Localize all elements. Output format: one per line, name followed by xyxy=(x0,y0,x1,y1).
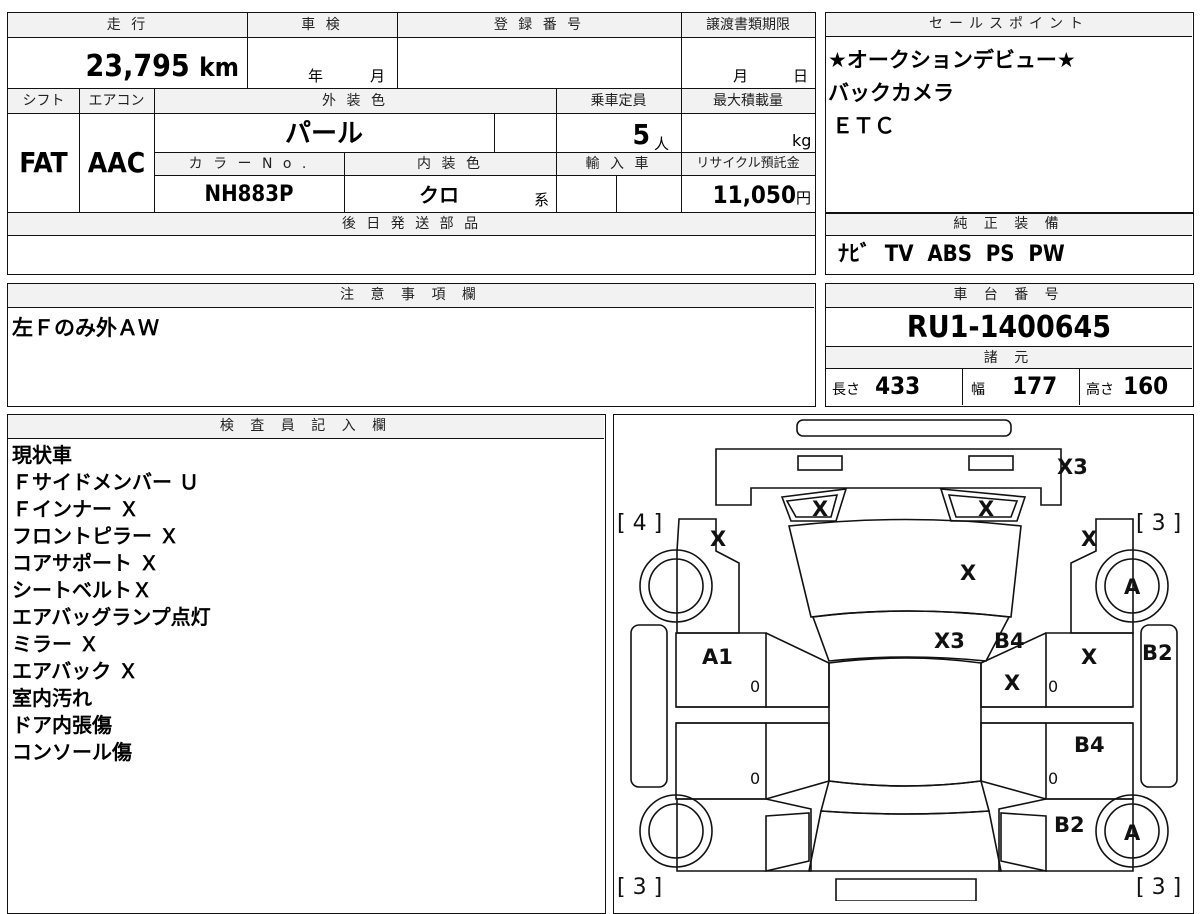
inspector-note-item: 室内汚れ xyxy=(12,686,92,710)
sales-point-item: ＥＴＣ xyxy=(832,114,895,138)
sales-points-list: ★オークションデビュー★ バックカメラ ＥＴＣ xyxy=(828,47,1076,140)
inspector-note-item: ドア内張傷 xyxy=(12,713,112,737)
mark-fender-front-left: X xyxy=(710,527,727,551)
later-parts-header: 後 日 発 送 部 品 xyxy=(8,213,815,235)
car-outline-diagram xyxy=(630,419,1178,901)
mark-fender-front-right: X xyxy=(1081,527,1098,551)
recycle-fee-value: 11,050円 xyxy=(712,181,811,209)
mark-pillar-right: B4 xyxy=(994,629,1025,653)
chassis-header: 車 台 番 号 xyxy=(826,284,1192,308)
inspection-year-label: 年 xyxy=(308,67,324,85)
mark-tire-front-right: A xyxy=(1124,575,1141,599)
damage-diagram-box: [ 4 ] [ 3 ] [ 3 ] [ 3 ] X3 X X X X X X3 … xyxy=(613,414,1194,914)
shift-value: FAT xyxy=(19,146,68,179)
door-zero-indicator: 0 xyxy=(1048,677,1059,696)
transfer-header: 譲渡書類期限 xyxy=(681,13,815,37)
mark-side-right-front: B2 xyxy=(1142,641,1173,665)
transfer-month-label: 月 xyxy=(733,67,749,85)
tire-tread-front-right: [ 3 ] xyxy=(1136,511,1182,536)
mark-door-rear-right: B4 xyxy=(1074,733,1105,757)
chassis-number: RU1-1400645 xyxy=(906,310,1112,345)
notes-box: 注 意 事 項 欄 左Ｆのみ外ＡＷ xyxy=(7,283,816,407)
door-zero-indicator: 0 xyxy=(1048,769,1059,788)
inspector-notes-list: 現状車 Ｆサイドメンバー Ｕ Ｆインナー Ｘ フロントピラー Ｘ コアサポート … xyxy=(12,442,211,766)
tire-tread-rear-left: [ 3 ] xyxy=(617,875,663,900)
spec-height: 高さ 160 xyxy=(1086,372,1169,400)
mark-headlight-right: X xyxy=(978,497,995,521)
inspector-note-item: コンソール傷 xyxy=(12,740,132,764)
shift-header: シフト xyxy=(8,89,79,113)
sales-point-item: バックカメラ xyxy=(828,81,954,105)
genuine-equipment-value: ﾅﾋﾞ TV ABS PS PW xyxy=(838,242,1065,267)
aircon-header: エアコン xyxy=(79,89,154,113)
capacity-value: 5 xyxy=(632,118,650,151)
genuine-equipment-header: 純 正 装 備 xyxy=(826,214,1192,236)
notes-text: 左Ｆのみ外ＡＷ xyxy=(12,316,159,340)
mark-door-front-right: X xyxy=(1081,645,1098,669)
exterior-color-header: 外 装 色 xyxy=(154,89,556,113)
transfer-day-label: 日 xyxy=(793,67,809,85)
interior-color-header: 内 装 色 xyxy=(344,153,556,175)
color-no-header: カ ラ ー N o . xyxy=(154,153,344,175)
inspector-note-item: シートベルトＸ xyxy=(12,578,152,602)
inspector-notes-box: 検 査 員 記 入 欄 現状車 Ｆサイドメンバー Ｕ Ｆインナー Ｘ フロントピ… xyxy=(7,414,606,914)
mark-front-bumper: X3 xyxy=(1057,455,1088,479)
mark-windshield: X3 xyxy=(934,629,965,653)
mileage-header: 走 行 xyxy=(8,13,247,37)
genuine-equipment-box: 純 正 装 備 ﾅﾋﾞ TV ABS PS PW xyxy=(825,213,1194,275)
mileage-value: 23,795 km xyxy=(85,49,239,84)
chassis-box: 車 台 番 号 RU1-1400645 諸 元 長さ 433 幅 177 高さ … xyxy=(825,283,1194,407)
max-load-header: 最大積載量 xyxy=(681,89,815,113)
sales-points-box: セールスポイント ★オークションデビュー★ バックカメラ ＥＴＣ xyxy=(825,12,1194,213)
imported-header: 輸 入 車 xyxy=(556,153,681,175)
tire-tread-front-left: [ 4 ] xyxy=(617,511,663,536)
color-no-value: NH883P xyxy=(204,182,294,207)
sales-point-item: ★オークションデビュー★ xyxy=(828,48,1076,72)
mark-tire-rear-right: A xyxy=(1124,821,1141,845)
mark-hood: X xyxy=(960,561,977,585)
registration-header: 登 録 番 号 xyxy=(397,13,681,37)
inspector-note-item: 現状車 xyxy=(12,443,72,467)
inspection-month-label: 月 xyxy=(370,67,386,85)
inspector-note-item: エアバック Ｘ xyxy=(12,659,139,683)
aircon-value: AAC xyxy=(87,146,146,179)
tire-tread-rear-right: [ 3 ] xyxy=(1136,875,1182,900)
inspector-note-item: フロントピラー Ｘ xyxy=(12,524,179,548)
recycle-header: リサイクル預託金 xyxy=(681,153,815,175)
spec-width: 幅 177 xyxy=(971,372,1058,400)
max-load-unit: kg xyxy=(792,131,812,150)
inspection-header: 車 検 xyxy=(247,13,397,37)
inspector-note-item: Ｆインナー Ｘ xyxy=(12,497,139,521)
door-zero-indicator: 0 xyxy=(750,677,761,696)
door-zero-indicator: 0 xyxy=(750,769,761,788)
mark-headlight-left: X xyxy=(812,497,829,521)
inspector-notes-header: 検 査 員 記 入 欄 xyxy=(8,415,604,439)
interior-color-value: クロ xyxy=(419,183,459,207)
sales-points-header: セールスポイント xyxy=(826,13,1192,37)
exterior-color-value: パール xyxy=(284,119,363,149)
specs-header: 諸 元 xyxy=(826,347,1192,369)
inspector-note-item: ミラー Ｘ xyxy=(12,632,99,656)
mark-door-front-left: A1 xyxy=(702,645,733,669)
mark-door-front-right-inner: X xyxy=(1004,671,1021,695)
vehicle-info-box: 走 行 車 検 登 録 番 号 譲渡書類期限 23,795 km 年 月 月 日… xyxy=(7,12,816,275)
inspector-note-item: エアバッグランプ点灯 xyxy=(12,605,211,629)
inspector-note-item: コアサポート Ｘ xyxy=(12,551,159,575)
spec-length: 長さ 433 xyxy=(832,372,921,400)
capacity-unit: 人 xyxy=(654,135,670,153)
capacity-header: 乗車定員 xyxy=(556,89,681,113)
notes-header: 注 意 事 項 欄 xyxy=(8,284,814,308)
mark-quarter-right: B2 xyxy=(1054,813,1085,837)
interior-suffix: 系 xyxy=(534,191,550,209)
inspector-note-item: Ｆサイドメンバー Ｕ xyxy=(12,470,199,494)
